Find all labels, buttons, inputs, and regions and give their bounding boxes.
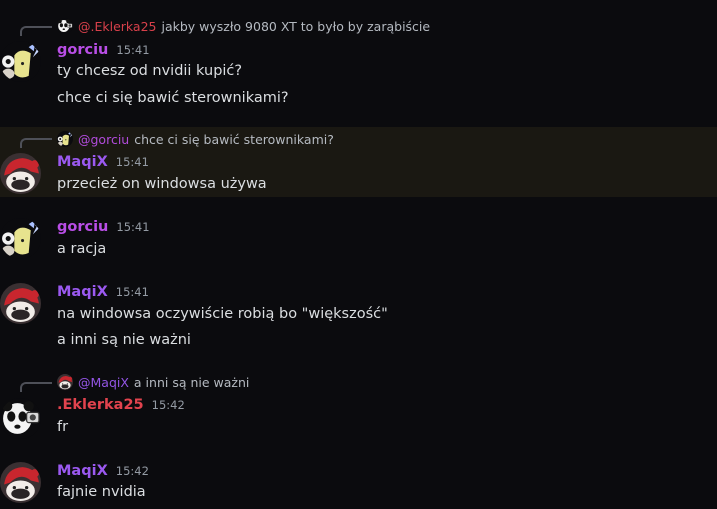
cartoon-character-avatar-icon[interactable] — [0, 218, 41, 259]
cartoon-character-avatar-icon — [57, 131, 73, 147]
message[interactable]: MaqiX 15:41 na windowsa oczywiście robią… — [0, 280, 717, 355]
reply-text: a inni są nie ważni — [133, 374, 250, 390]
reply-text: chce ci się bawić sterownikami? — [134, 131, 334, 147]
reply-preview[interactable]: @gorciu chce ci się bawić sterownikami? — [57, 130, 334, 148]
message-text: fr — [57, 419, 69, 435]
message-text: na windowsa oczywiście robią bo "większo… — [57, 306, 388, 322]
message-text: przecież on windowsa używa — [57, 176, 267, 192]
message[interactable]: @gorciu chce ci się bawić sterownikami? … — [0, 127, 717, 197]
message-text: ty chcesz od nvidii kupić? — [57, 63, 243, 79]
timestamp: 15:42 — [115, 464, 149, 478]
reply-author[interactable]: @MaqiX — [78, 375, 129, 390]
author-name[interactable]: .Eklerka25 — [57, 397, 144, 413]
timestamp: 15:41 — [116, 220, 150, 234]
reply-text: jakby wyszło 9080 XT to było by zarąbiśc… — [161, 18, 431, 34]
reply-preview[interactable]: @MaqiX a inni są nie ważni — [57, 373, 249, 391]
message-text: fajnie nvidia — [57, 484, 146, 500]
message-text: chce ci się bawić sterownikami? — [57, 90, 289, 106]
message[interactable]: MaqiX 15:42 fajnie nvidia — [0, 459, 717, 509]
message[interactable]: gorciu 15:41 a racja — [0, 215, 717, 265]
reply-preview[interactable]: @.Eklerka25 jakby wyszło 9080 XT to było… — [57, 17, 430, 35]
timestamp: 15:42 — [151, 398, 185, 412]
author-name[interactable]: MaqiX — [57, 154, 108, 170]
message[interactable]: @.Eklerka25 jakby wyszło 9080 XT to było… — [0, 14, 717, 114]
author-name[interactable]: gorciu — [57, 42, 108, 58]
message-text: a inni są nie ważni — [57, 332, 191, 348]
red-hat-avatar-icon[interactable] — [0, 462, 41, 503]
message-text: a racja — [57, 241, 107, 257]
reply-connector — [20, 26, 52, 36]
cartoon-character-avatar-icon[interactable] — [0, 41, 41, 82]
reply-connector — [20, 138, 52, 148]
red-hat-avatar-icon[interactable] — [0, 283, 41, 324]
message[interactable]: @MaqiX a inni są nie ważni .Eklerka25 15… — [0, 372, 717, 444]
timestamp: 15:41 — [116, 43, 150, 57]
reply-author[interactable]: @gorciu — [78, 132, 129, 147]
panda-avatar-icon[interactable] — [0, 398, 41, 439]
red-hat-avatar-icon[interactable] — [0, 153, 41, 194]
author-name[interactable]: gorciu — [57, 219, 108, 235]
author-name[interactable]: MaqiX — [57, 463, 108, 479]
panda-avatar-icon — [57, 18, 73, 34]
timestamp: 15:41 — [115, 285, 149, 299]
red-hat-avatar-icon — [57, 374, 73, 390]
timestamp: 15:41 — [115, 155, 149, 169]
reply-author[interactable]: @.Eklerka25 — [78, 19, 157, 34]
reply-connector — [20, 382, 52, 392]
author-name[interactable]: MaqiX — [57, 284, 108, 300]
